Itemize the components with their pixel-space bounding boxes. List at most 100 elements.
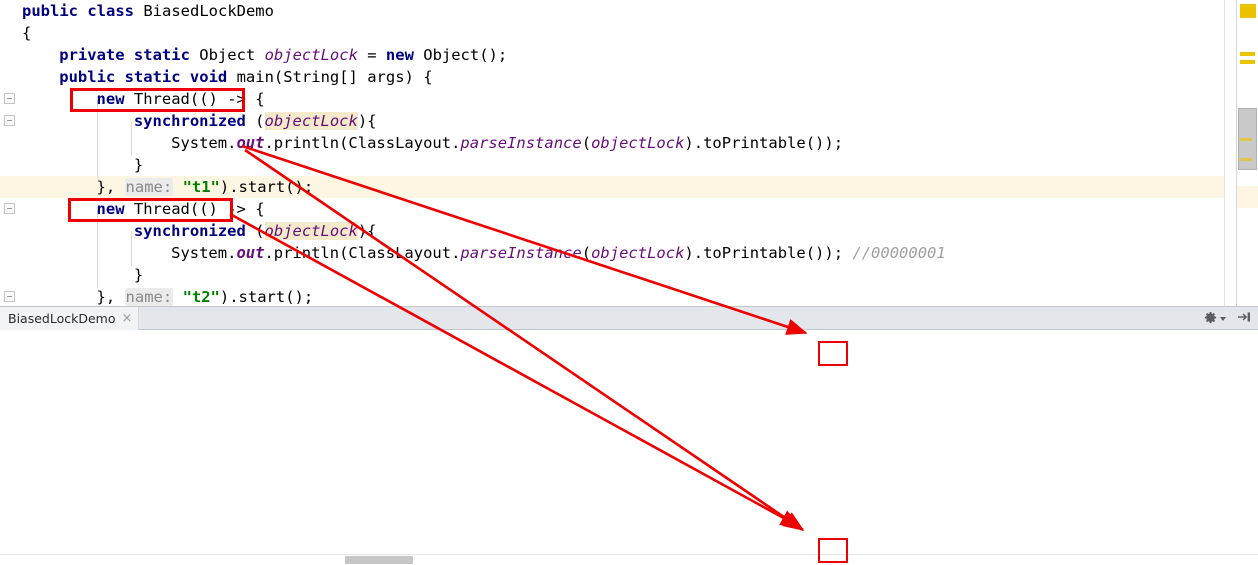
code-line[interactable]: public static void main(String[] args) { bbox=[0, 66, 433, 88]
code-line[interactable]: System.out.println(ClassLayout.parseInst… bbox=[0, 242, 946, 264]
code-token: synchronized bbox=[133, 112, 256, 130]
code-token: new bbox=[96, 200, 134, 218]
code-line-text: { bbox=[0, 24, 31, 42]
code-token: name: bbox=[124, 288, 174, 306]
code-token: private static bbox=[59, 46, 200, 64]
code-token: parseInstance bbox=[460, 134, 582, 152]
code-line-text: } bbox=[0, 156, 143, 174]
chevron-down-icon[interactable] bbox=[1220, 316, 1226, 321]
code-line[interactable]: } bbox=[0, 154, 143, 176]
code-token: .println(ClassLayout. bbox=[264, 244, 461, 262]
console-output[interactable] bbox=[0, 330, 1258, 565]
code-token: Object bbox=[199, 46, 265, 64]
code-token: out bbox=[236, 244, 265, 262]
code-line-text: public static void main(String[] args) { bbox=[0, 68, 433, 86]
code-token: objectLock bbox=[591, 244, 685, 262]
code-token: Object(); bbox=[423, 46, 508, 64]
code-token: .println(ClassLayout. bbox=[264, 134, 461, 152]
code-token: ).toPrintable()); bbox=[684, 134, 844, 152]
code-token: public static void bbox=[59, 68, 237, 86]
code-token: "t2" bbox=[182, 288, 220, 306]
code-token: ){ bbox=[357, 112, 377, 130]
console-tab-biasedlockdemo[interactable]: BiasedLockDemo × bbox=[0, 307, 140, 330]
code-line-text: } bbox=[0, 266, 143, 284]
code-token: System. bbox=[171, 134, 237, 152]
code-line[interactable]: System.out.println(ClassLayout.parseInst… bbox=[0, 132, 843, 154]
code-token: ( bbox=[581, 134, 592, 152]
marker-bar-divider bbox=[1236, 0, 1237, 306]
collapse-icon[interactable] bbox=[1236, 309, 1252, 328]
code-line[interactable]: public class BiasedLockDemo bbox=[0, 0, 274, 22]
code-line[interactable]: synchronized (objectLock){ bbox=[0, 110, 377, 132]
code-token: name: bbox=[124, 178, 174, 196]
code-line-text: synchronized (objectLock){ bbox=[0, 222, 377, 240]
code-token: ){ bbox=[357, 222, 377, 240]
code-token: } bbox=[133, 156, 144, 174]
code-line[interactable]: new Thread(() -> { bbox=[0, 88, 265, 110]
code-token: public class bbox=[22, 2, 144, 20]
code-token: objectLock bbox=[264, 46, 358, 64]
console-tab-bar: BiasedLockDemo × bbox=[0, 306, 1258, 330]
code-token: out bbox=[236, 134, 265, 152]
ide-window: public class BiasedLockDemo { private stat… bbox=[0, 0, 1258, 565]
code-line-text: private static Object objectLock = new O… bbox=[0, 46, 507, 64]
code-token: objectLock bbox=[264, 112, 358, 130]
code-token: new bbox=[96, 90, 134, 108]
code-token: //00000001 bbox=[852, 244, 946, 262]
code-token: synchronized bbox=[133, 222, 256, 240]
code-token: new bbox=[385, 46, 424, 64]
warning-marker[interactable] bbox=[1240, 158, 1252, 161]
warning-marker[interactable] bbox=[1240, 138, 1252, 141]
code-text-area[interactable]: public class BiasedLockDemo { private stat… bbox=[0, 0, 1224, 306]
console-tab-label: BiasedLockDemo bbox=[8, 311, 116, 326]
code-token: Thread(() -> { bbox=[133, 200, 265, 218]
console-hscroll-thumb[interactable] bbox=[345, 556, 413, 564]
marker-current-line bbox=[1237, 186, 1258, 208]
code-token: ( bbox=[581, 244, 592, 262]
code-token: ).start(); bbox=[219, 178, 314, 196]
code-line[interactable]: new Thread(() -> { bbox=[0, 198, 265, 220]
code-line[interactable]: } bbox=[0, 264, 143, 286]
gear-icon[interactable] bbox=[1203, 311, 1226, 326]
code-line-text: System.out.println(ClassLayout.parseInst… bbox=[0, 134, 843, 152]
code-token: }, bbox=[96, 178, 125, 196]
code-line-text: }, name: "t2").start(); bbox=[0, 288, 313, 306]
code-token: objectLock bbox=[264, 222, 358, 240]
code-line[interactable]: { bbox=[0, 22, 31, 44]
code-token: objectLock bbox=[591, 134, 685, 152]
code-line[interactable]: }, name: "t2").start(); bbox=[0, 286, 313, 306]
close-icon[interactable]: × bbox=[122, 312, 133, 325]
code-token: "t1" bbox=[182, 178, 220, 196]
code-token: main(String[] args) { bbox=[236, 68, 433, 86]
code-token: ).toPrintable()); bbox=[684, 244, 853, 262]
code-editor[interactable]: public class BiasedLockDemo { private stat… bbox=[0, 0, 1258, 306]
code-token: ).start(); bbox=[219, 288, 314, 306]
code-token: } bbox=[133, 266, 144, 284]
warning-marker[interactable] bbox=[1240, 60, 1255, 64]
code-token: ( bbox=[255, 222, 265, 240]
run-console-panel: BiasedLockDemo × bbox=[0, 306, 1258, 565]
console-tab-tools bbox=[1203, 309, 1252, 328]
code-token: = bbox=[357, 46, 386, 64]
code-token: System. bbox=[171, 244, 237, 262]
code-line-text: new Thread(() -> { bbox=[0, 200, 265, 218]
code-token: Thread(() -> { bbox=[133, 90, 265, 108]
code-token: ( bbox=[255, 112, 265, 130]
warning-marker[interactable] bbox=[1240, 52, 1255, 56]
code-token: BiasedLockDemo bbox=[143, 2, 274, 20]
code-line-text: new Thread(() -> { bbox=[0, 90, 265, 108]
code-line[interactable]: private static Object objectLock = new O… bbox=[0, 44, 507, 66]
code-token: { bbox=[22, 24, 32, 42]
code-line[interactable]: synchronized (objectLock){ bbox=[0, 220, 377, 242]
code-line-text: }, name: "t1").start(); bbox=[0, 178, 313, 196]
editor-marker-scrollbar[interactable] bbox=[1224, 0, 1258, 306]
code-line-text: System.out.println(ClassLayout.parseInst… bbox=[0, 244, 946, 262]
console-horizontal-scrollbar[interactable] bbox=[0, 554, 1258, 565]
code-line-text: synchronized (objectLock){ bbox=[0, 112, 377, 130]
code-line[interactable]: }, name: "t1").start(); bbox=[0, 176, 313, 198]
code-line-text: public class BiasedLockDemo bbox=[0, 2, 274, 20]
code-token: parseInstance bbox=[460, 244, 582, 262]
warning-marker[interactable] bbox=[1240, 4, 1256, 18]
